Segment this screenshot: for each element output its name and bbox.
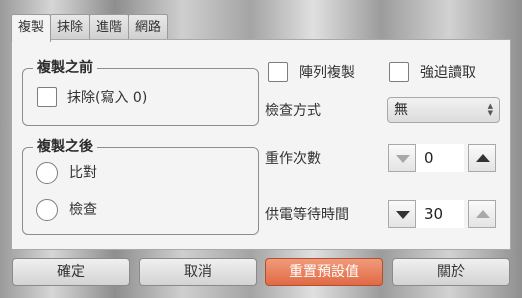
power-wait-label: 供電等待時間 (265, 207, 349, 223)
force-read-label: 強迫讀取 (420, 65, 476, 81)
erase-label: 抹除(寫入 0) (67, 90, 148, 106)
retry-increment-button[interactable] (468, 144, 496, 172)
arrow-down-icon (396, 211, 410, 219)
copy-after-group: 複製之後 比對 檢查 (22, 138, 259, 235)
tab-bar: 複製 抹除 進階 網路 (11, 14, 169, 42)
power-wait-field[interactable]: 30 (416, 200, 464, 228)
check-method-label: 檢查方式 (265, 103, 321, 119)
copy-before-title: 複製之前 (33, 59, 97, 77)
verify-radio[interactable] (36, 199, 58, 221)
compare-radio[interactable] (36, 162, 58, 184)
array-copy-checkbox[interactable] (268, 62, 288, 82)
reset-defaults-button[interactable]: 重置預設值 (265, 258, 383, 286)
settings-panel: 複製之前 抹除(寫入 0) 複製之後 比對 檢查 陣列複製 強迫讀取 檢查方式 … (11, 39, 511, 250)
ok-button[interactable]: 確定 (12, 258, 130, 286)
cancel-button[interactable]: 取消 (139, 258, 257, 286)
power-wait-decrement-button[interactable] (388, 200, 416, 228)
tab-copy[interactable]: 複製 (11, 14, 52, 42)
arrow-up-icon (476, 210, 490, 218)
check-method-value: 無 (394, 102, 408, 118)
power-wait-increment-button[interactable] (468, 200, 496, 228)
tab-erase[interactable]: 抹除 (50, 14, 91, 40)
force-read-checkbox[interactable] (389, 62, 409, 82)
verify-label: 檢查 (69, 202, 97, 218)
retry-count-label: 重作次數 (265, 151, 321, 167)
arrow-down-icon (396, 155, 410, 163)
copy-before-group: 複製之前 抹除(寫入 0) (22, 59, 259, 126)
check-method-select[interactable]: 無 ▲ ▼ (387, 97, 500, 123)
tab-advanced[interactable]: 進階 (89, 14, 130, 40)
updown-arrows-icon: ▲ ▼ (487, 102, 493, 117)
compare-label: 比對 (69, 165, 97, 181)
tab-network[interactable]: 網路 (128, 14, 169, 40)
copy-after-title: 複製之後 (33, 138, 97, 156)
erase-checkbox[interactable] (37, 87, 57, 107)
retry-decrement-button[interactable] (388, 144, 416, 172)
retry-count-field[interactable]: 0 (416, 144, 464, 172)
array-copy-label: 陣列複製 (299, 65, 355, 81)
about-button[interactable]: 關於 (392, 258, 510, 286)
arrow-up-icon (476, 154, 490, 162)
